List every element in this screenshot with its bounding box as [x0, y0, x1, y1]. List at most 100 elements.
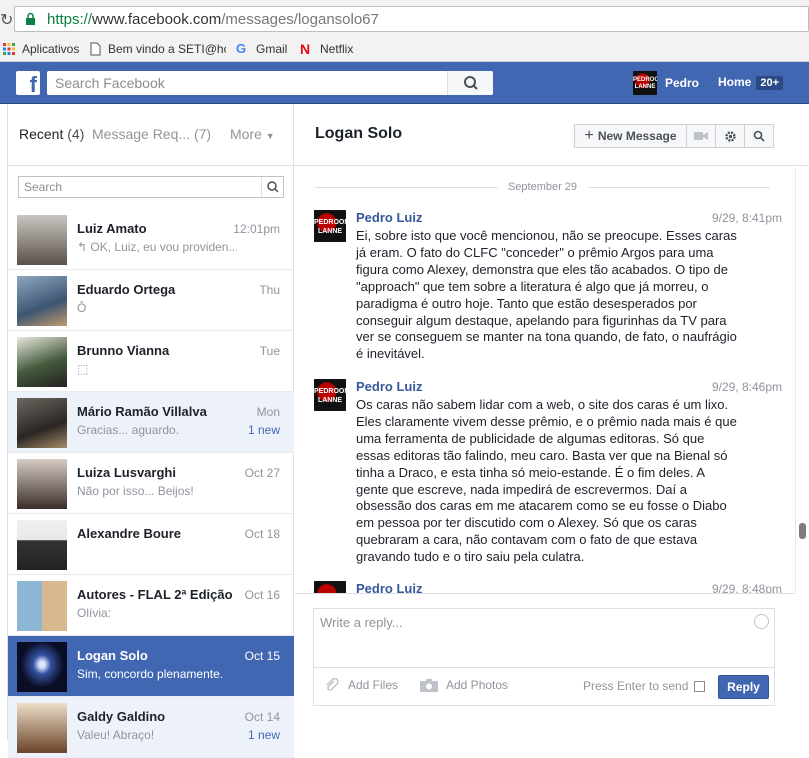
add-files-button[interactable]: Add Files	[324, 678, 398, 692]
thread-time: Mon	[256, 405, 280, 419]
thread-name: Alexandre Boure	[77, 526, 182, 541]
thread-time: Oct 16	[244, 588, 280, 602]
tab-more[interactable]: More ▼	[230, 126, 275, 142]
search-button[interactable]	[447, 71, 493, 95]
thread-row[interactable]: Brunno Vianna ⬚ Tue	[8, 331, 294, 392]
thread-time: Oct 18	[244, 527, 280, 541]
thread-preview: ↰ OK, Luiz, eu vou providen...	[77, 240, 237, 254]
facebook-logo-icon[interactable]: f	[16, 71, 40, 95]
search-conversation-button[interactable]	[744, 124, 774, 148]
message-author[interactable]: Pedro Luiz	[356, 210, 422, 225]
new-count-badge: 1 new	[247, 423, 280, 437]
avatar	[17, 337, 67, 387]
camera-icon	[420, 679, 438, 692]
avatar	[17, 581, 67, 631]
message-list: September 29 PEDROON LANNE Pedro Luiz 9/2…	[295, 167, 795, 593]
profile-link[interactable]: PEDROONLANNE Pedro	[633, 71, 699, 95]
thread-row[interactable]: Eduardo Ortega Ô Thu	[8, 270, 294, 331]
thread-name: Eduardo Ortega	[77, 282, 176, 297]
thread-time: Oct 14	[244, 710, 280, 724]
new-message-button[interactable]: + New Message	[574, 124, 687, 148]
conversation-search-input[interactable]: Search	[18, 176, 284, 198]
conversation-header: Logan Solo + New Message	[295, 104, 809, 166]
page-icon	[90, 42, 101, 56]
home-badge: 20+	[756, 76, 784, 90]
thread-name: Logan Solo	[77, 648, 148, 663]
conversation-pane: Logan Solo + New Message September 29 PED…	[295, 104, 809, 740]
thread-name: Luiz Amato	[77, 221, 147, 236]
search-icon	[464, 76, 478, 90]
facebook-top-bar: f Search Facebook PEDROONLANNE Pedro Hom…	[0, 62, 809, 104]
thread-time: Tue	[259, 344, 280, 358]
message-author[interactable]: Pedro Luiz	[356, 379, 422, 394]
avatar	[17, 215, 67, 265]
tab-recent[interactable]: Recent (4)	[19, 126, 84, 142]
home-link[interactable]: Home 20+	[718, 75, 784, 90]
thread-preview: Olívia:	[77, 606, 112, 620]
thread-time: 12:01pm	[233, 222, 280, 236]
thread-name: Mário Ramão Villalva	[77, 404, 207, 419]
reply-input[interactable]: Write a reply...	[313, 608, 775, 668]
press-enter-checkbox[interactable]	[694, 680, 706, 692]
gear-icon	[724, 130, 736, 142]
apps-grid-icon	[3, 43, 15, 55]
settings-button[interactable]	[715, 124, 745, 148]
avatar	[17, 703, 67, 753]
message-scrollbar[interactable]	[795, 167, 809, 593]
reply-placeholder: Write a reply...	[320, 615, 403, 630]
search-placeholder: Search	[24, 180, 63, 194]
search-icon	[267, 181, 279, 193]
bookmarks-bar: Aplicativos Bem vindo a SETI@hc G Gmail …	[0, 36, 809, 62]
message-text: Ei, sobre isto que você mencionou, não s…	[356, 228, 737, 362]
thread-name: Galdy Galdino	[77, 709, 166, 724]
message-time: 9/29, 8:46pm	[711, 380, 782, 394]
thread-row[interactable]: Alexandre Boure Oct 18	[8, 514, 294, 575]
plus-icon: +	[584, 127, 594, 144]
thread-time: Oct 27	[244, 466, 280, 480]
avatar: PEDROONLANNE	[633, 71, 657, 95]
message-group: Pedro Luiz 9/29, 8:48pm	[314, 581, 782, 593]
video-call-button[interactable]	[686, 124, 716, 148]
thread-row-selected[interactable]: Logan Solo Sim, concordo plenamente. Oct 1…	[8, 636, 294, 697]
press-enter-toggle[interactable]: Press Enter to send	[583, 679, 706, 693]
thread-row[interactable]: Autores - FLAL 2ª Edição Olívia: Oct 16	[8, 575, 294, 636]
bookmark-apps[interactable]: Aplicativos	[2, 40, 79, 58]
thread-row[interactable]: Galdy Galdino Valeu! Abraço! Oct 14 1 new	[8, 697, 294, 758]
message-time: 9/29, 8:41pm	[711, 211, 782, 225]
scrollbar-thumb[interactable]	[799, 523, 806, 539]
thread-time: Oct 15	[244, 649, 280, 663]
thread-preview: Não por isso... Beijos!	[77, 484, 194, 498]
avatar: PEDROONLANNE	[314, 379, 346, 411]
thread-name: Brunno Vianna	[77, 343, 170, 358]
facebook-search-input[interactable]: Search Facebook	[47, 71, 493, 95]
search-button[interactable]	[261, 177, 283, 197]
thread-list: Luiz Amato ↰ OK, Luiz, eu vou providen...…	[8, 209, 294, 758]
folder-tabs: Recent (4) Message Req... (7) More ▼	[8, 104, 295, 166]
thread-preview: Gracias... aguardo.	[77, 423, 180, 437]
emoji-icon[interactable]	[754, 614, 769, 629]
bookmark-seti[interactable]: Bem vindo a SETI@hc	[88, 40, 226, 58]
thread-time: Thu	[259, 283, 280, 297]
add-photos-button[interactable]: Add Photos	[420, 678, 508, 692]
thread-row[interactable]: Luiza Lusvarghi Não por isso... Beijos! Oc…	[8, 453, 294, 514]
bookmark-gmail[interactable]: G Gmail	[236, 40, 287, 58]
bookmark-netflix[interactable]: N Netflix	[300, 40, 353, 58]
thread-row[interactable]: Luiz Amato ↰ OK, Luiz, eu vou providen...…	[8, 209, 294, 270]
tab-message-requests[interactable]: Message Req... (7)	[92, 126, 211, 142]
thread-row[interactable]: Mário Ramão Villalva Gracias... aguardo. M…	[8, 392, 294, 453]
date-separator: September 29	[315, 181, 770, 193]
avatar: PEDROONLANNE	[314, 210, 346, 242]
url-box[interactable]: https://www.facebook.com/messages/logans…	[14, 6, 809, 32]
refresh-icon[interactable]: ↻	[0, 10, 13, 30]
paperclip-icon	[326, 678, 339, 691]
message-time: 9/29, 8:48pm	[711, 582, 782, 593]
search-icon	[753, 130, 765, 142]
thread-preview: ⬚	[77, 362, 89, 376]
reply-button[interactable]: Reply	[718, 675, 769, 699]
thread-name: Autores - FLAL 2ª Edição	[77, 587, 233, 602]
bookmark-label: Netflix	[320, 42, 354, 56]
message-author[interactable]: Pedro Luiz	[356, 581, 422, 593]
reply-composer: Write a reply... Add Files Add Photos Pr…	[295, 593, 795, 740]
message-group: PEDROON LANNE Pedro Luiz 9/29, 8:41pm Ei,…	[314, 210, 782, 370]
avatar	[17, 520, 67, 570]
